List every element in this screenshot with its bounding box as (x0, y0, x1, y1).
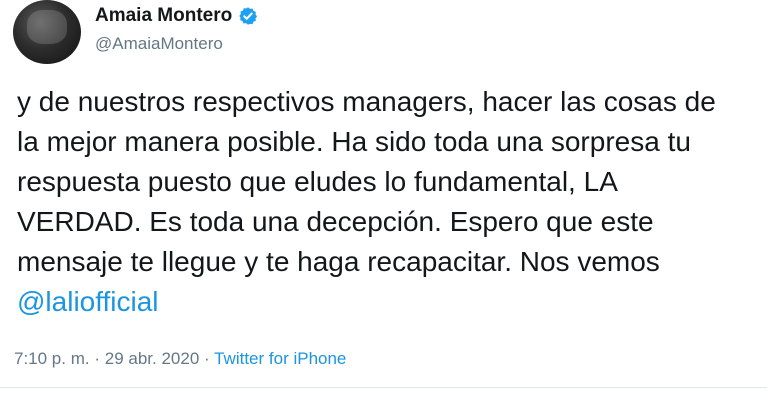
meta-separator: · (94, 349, 101, 368)
tweet-text-line: y de nuestros respectivos managers, hace… (17, 86, 716, 117)
user-handle[interactable]: @AmaiaMontero (95, 34, 223, 54)
tweet-text-line: la mejor manera posible. Ha sido toda un… (17, 126, 691, 157)
tweet-source-link[interactable]: Twitter for iPhone (214, 349, 346, 368)
avatar-photo (27, 10, 67, 44)
tweet-meta: 7:10 p. m. · 29 abr. 2020 · Twitter for … (14, 349, 346, 369)
tweet-text-line: respuesta puesto que eludes lo fundament… (17, 166, 618, 197)
tweet-date[interactable]: 29 abr. 2020 (105, 349, 200, 368)
display-name[interactable]: Amaia Montero (95, 5, 232, 27)
avatar[interactable] (13, 0, 81, 64)
mention-link[interactable]: @laliofficial (17, 282, 757, 322)
user-name-row: Amaia Montero (95, 5, 258, 27)
tweet-text-line: VERDAD. Es toda una decepción. Espero qu… (17, 206, 654, 237)
verified-badge-icon (239, 7, 258, 25)
tweet-text-line: mensaje te llegue y te haga recapacitar.… (17, 246, 660, 277)
divider (0, 387, 767, 388)
tweet-time[interactable]: 7:10 p. m. (14, 349, 90, 368)
meta-separator: · (204, 349, 210, 368)
tweet-card: Amaia Montero @AmaiaMontero y de nuestro… (0, 0, 767, 403)
tweet-text: y de nuestros respectivos managers, hace… (17, 82, 757, 322)
